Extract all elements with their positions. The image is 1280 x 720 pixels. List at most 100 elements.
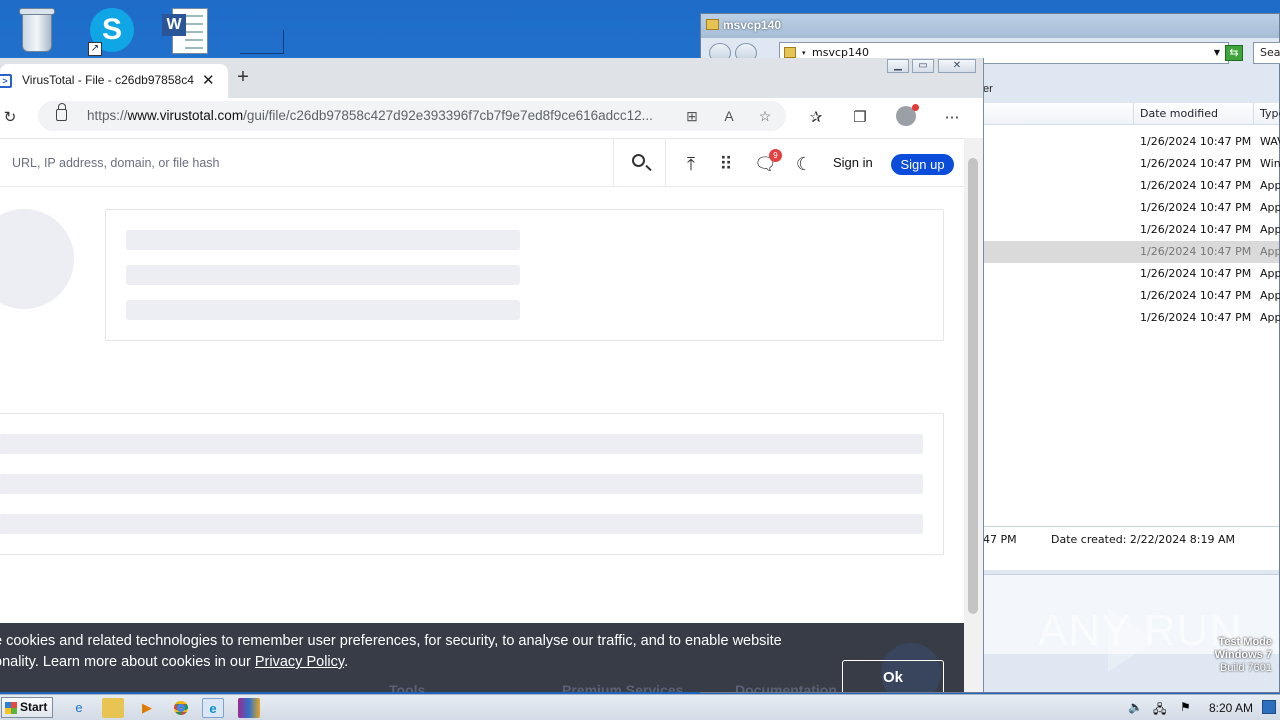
file-date-modified: 1/26/2024 10:47 PM [1140, 157, 1252, 170]
apps-grid-icon[interactable]: ⠿ [715, 153, 737, 175]
skeleton-line [0, 514, 923, 534]
file-list: Date modified Type 1/26/2024 10:47 PM WAV… [983, 103, 1280, 528]
sign-in-link[interactable]: Sign in [833, 155, 873, 170]
scrollbar-thumb[interactable] [968, 158, 978, 614]
file-date-modified: 1/26/2024 10:47 PM [1140, 267, 1252, 280]
file-date-modified: 1/26/2024 10:47 PM [1140, 201, 1252, 214]
file-list-header: Date modified Type [983, 103, 1280, 125]
chevron-down-icon[interactable]: ▼ [1214, 43, 1220, 63]
privacy-policy-link[interactable]: Privacy Policy [255, 654, 344, 670]
windows-logo-icon [5, 702, 17, 714]
browser-toolbar: ↻ https://www.virustotal.com/gui/file/c2… [0, 98, 983, 138]
loading-summary-card [105, 209, 944, 341]
system-clock[interactable]: 8:20 AM [1209, 701, 1253, 715]
skeleton-line [126, 265, 520, 285]
skeleton-line [126, 230, 520, 250]
cookie-text: e cookies and related technologies to re… [0, 633, 782, 670]
sign-up-button[interactable]: Sign up [891, 154, 954, 175]
skeleton-line [126, 300, 520, 320]
file-row[interactable]: 1/26/2024 10:47 PM Appl [983, 307, 1280, 329]
file-explorer-icon[interactable] [102, 698, 124, 718]
media-player-icon[interactable]: ▶ [136, 698, 158, 718]
details-date-created: Date created: 2/22/2024 8:19 AM [1051, 533, 1236, 546]
file-type: WAV [1260, 135, 1280, 148]
refresh-icon[interactable]: ⇆ [1225, 45, 1243, 61]
collections-icon[interactable]: ❐ [850, 108, 870, 128]
read-aloud-icon[interactable]: A [720, 107, 738, 125]
page-content: ⤒ ⠿ 🗨 9 ☾ Sign in Sign up e cookies and … [0, 138, 964, 692]
search-icon[interactable] [614, 139, 666, 187]
virustotal-favicon-icon: > [0, 74, 12, 88]
skeleton-line [0, 434, 923, 454]
add-favorite-icon[interactable]: ☆ [756, 107, 774, 125]
volume-icon[interactable]: 🔈 [1128, 700, 1143, 714]
virustotal-header: ⤒ ⠿ 🗨 9 ☾ Sign in Sign up [0, 139, 964, 187]
file-date-modified: 1/26/2024 10:47 PM [1140, 223, 1252, 236]
url-text[interactable]: https://www.virustotal.com/gui/file/c26d… [87, 108, 679, 123]
footer-documentation[interactable]: Documentation [735, 680, 837, 692]
command-partial-label[interactable]: er [983, 79, 993, 99]
tab-strip: > VirusTotal - File - c26db97858c427d92e… [0, 58, 983, 98]
tab-title: VirusTotal - File - c26db97858c427d92e39… [22, 73, 194, 87]
app-available-icon[interactable]: ⊞ [683, 107, 701, 125]
internet-explorer-icon[interactable]: e [68, 698, 90, 718]
chrome-icon[interactable] [170, 698, 192, 718]
file-row[interactable]: 1/26/2024 10:47 PM WinR [983, 153, 1280, 175]
page-scrollbar[interactable] [964, 138, 983, 692]
explorer-title-bar[interactable]: msvcp140 [701, 14, 1279, 38]
file-type: Appl [1260, 201, 1280, 214]
cookie-ok-button[interactable]: Ok [842, 660, 944, 692]
favorites-icon[interactable]: ✰ [806, 108, 826, 128]
winrar-icon[interactable] [238, 698, 260, 718]
loading-details-card [0, 413, 944, 555]
dark-mode-icon[interactable]: ☾ [793, 153, 815, 175]
file-date-modified: 1/26/2024 10:47 PM [1140, 245, 1252, 258]
file-date-modified: 1/26/2024 10:47 PM [1140, 311, 1252, 324]
tab-virustotal[interactable]: > VirusTotal - File - c26db97858c427d92e… [0, 64, 228, 98]
search-input[interactable] [12, 153, 602, 173]
file-type: Appl [1260, 179, 1280, 192]
details-time: 47 PM [983, 533, 1017, 546]
show-desktop-button[interactable] [1262, 700, 1276, 714]
start-button[interactable]: Start [1, 697, 53, 718]
file-row[interactable]: 1/26/2024 10:47 PM Appl [983, 263, 1280, 285]
column-type[interactable]: Type [1253, 103, 1280, 125]
folder-icon [706, 19, 719, 30]
explorer-search-input[interactable]: Sear [1253, 42, 1280, 64]
watermark: ANY RUN [1038, 606, 1243, 655]
browser-window: > VirusTotal - File - c26db97858c427d92e… [0, 58, 984, 692]
close-window-button[interactable]: ✕ [938, 59, 976, 73]
skeleton-line [0, 474, 923, 494]
file-row[interactable]: 1/26/2024 10:47 PM Appl [983, 285, 1280, 307]
address-bar[interactable]: https://www.virustotal.com/gui/file/c26d… [38, 101, 786, 131]
notification-count-badge: 9 [769, 149, 782, 162]
file-row[interactable]: 1/26/2024 10:47 PM WAV [983, 131, 1280, 153]
footer-premium-services[interactable]: Premium Services [562, 680, 683, 692]
upload-icon[interactable]: ⤒ [680, 153, 702, 175]
network-icon[interactable]: 🖧 [1153, 700, 1166, 720]
profile-avatar-icon[interactable] [896, 104, 919, 126]
maximize-button[interactable]: ▭ [912, 59, 934, 73]
minimize-button[interactable]: ▁ [887, 59, 909, 73]
refresh-icon[interactable]: ↻ [0, 108, 20, 128]
skype-icon[interactable]: S ↗ [86, 6, 138, 56]
desktop-blank-icon[interactable] [240, 30, 284, 54]
edge-icon[interactable]: e [202, 698, 224, 718]
column-date-modified[interactable]: Date modified [1133, 103, 1218, 125]
more-options-icon[interactable]: ⋯ [942, 108, 962, 128]
file-row[interactable]: 1/26/2024 10:47 PM Appl [983, 219, 1280, 241]
new-tab-button[interactable]: + [232, 67, 254, 89]
file-row[interactable]: 1/26/2024 10:47 PM Appl [983, 241, 1280, 263]
lock-icon[interactable] [56, 103, 67, 121]
search-box [0, 139, 614, 187]
file-type: Appl [1260, 311, 1280, 324]
explorer-title: msvcp140 [723, 18, 782, 32]
file-row[interactable]: 1/26/2024 10:47 PM Appl [983, 175, 1280, 197]
word-document-icon[interactable]: W [160, 6, 212, 56]
footer-tools[interactable]: Tools [389, 680, 425, 692]
file-row[interactable]: 1/26/2024 10:47 PM Appl [983, 197, 1280, 219]
details-pane: 47 PM Date created: 2/22/2024 8:19 AM [983, 526, 1279, 570]
action-center-flag-icon[interactable]: ⚑ [1180, 700, 1191, 714]
recycle-bin-icon[interactable] [12, 6, 64, 56]
close-tab-icon[interactable]: ✕ [202, 71, 215, 89]
